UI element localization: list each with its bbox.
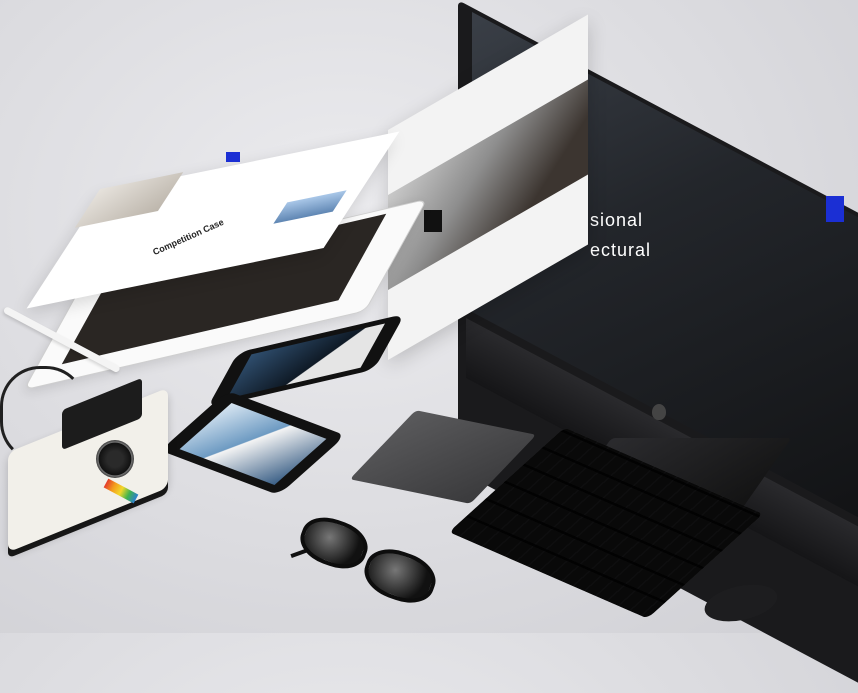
ipad-float-menu-button	[226, 152, 240, 162]
glasses-left-lens	[294, 509, 374, 577]
screen-headline-line-1: sional	[590, 210, 644, 230]
screen-menu-button	[826, 196, 844, 222]
camera-lens-icon	[96, 440, 134, 478]
apple-logo-icon	[652, 404, 666, 420]
floating-panel-logo	[424, 210, 442, 232]
glasses-right-lens	[357, 541, 443, 611]
screen-headline-line-2: ectural	[590, 240, 652, 260]
